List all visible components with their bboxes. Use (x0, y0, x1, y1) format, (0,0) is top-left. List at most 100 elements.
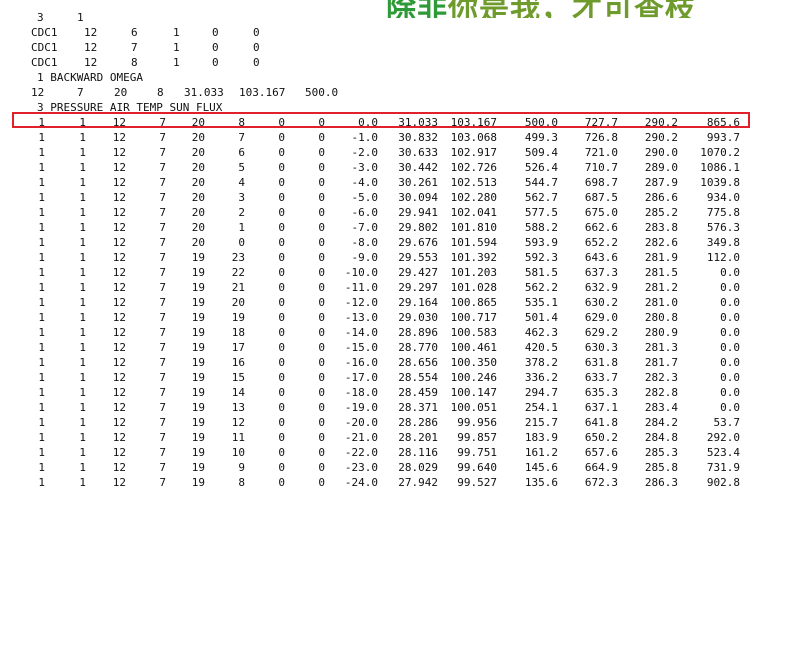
table-cell: 633.7 (584, 371, 618, 384)
table-cell: 710.7 (584, 161, 618, 174)
table-cell: 643.6 (584, 251, 618, 264)
table-cell: 1070.2 (700, 146, 740, 159)
header-cell: 103.167 (239, 86, 286, 99)
table-cell: 637.3 (584, 266, 618, 279)
table-cell: 28.371 (398, 401, 438, 414)
table-cell: -24.0 (344, 476, 378, 489)
table-cell: 523.4 (706, 446, 740, 459)
table-cell: 28.896 (398, 326, 438, 339)
table-cell: 28.656 (398, 356, 438, 369)
table-cell: 285.3 (644, 446, 678, 459)
table-cell: 698.7 (584, 176, 618, 189)
table-cell: 29.427 (398, 266, 438, 279)
table-cell: 0 (318, 416, 325, 429)
header-cell: 12 (84, 26, 98, 39)
header-cell: 1 (77, 11, 84, 24)
table-cell: 0 (318, 311, 325, 324)
table-cell: 283.8 (644, 221, 678, 234)
table-cell: 902.8 (706, 476, 740, 489)
table-cell: -18.0 (344, 386, 378, 399)
table-cell: -21.0 (344, 431, 378, 444)
header-cell: 12 (31, 86, 45, 99)
table-cell: 562.2 (524, 281, 558, 294)
header-cell: 1 (173, 26, 180, 39)
table-cell: 280.8 (644, 311, 678, 324)
table-cell: -23.0 (344, 461, 378, 474)
table-cell: 30.261 (398, 176, 438, 189)
table-cell: 629.2 (584, 326, 618, 339)
table-cell: 993.7 (706, 131, 740, 144)
table-cell: 101.594 (450, 236, 497, 249)
table-cell: 100.717 (450, 311, 497, 324)
table-cell: 349.8 (706, 236, 740, 249)
table-cell: 103.068 (450, 131, 497, 144)
table-cell: 283.4 (644, 401, 678, 414)
table-cell: 650.2 (584, 431, 618, 444)
table-cell: 581.5 (524, 266, 558, 279)
table-cell: 535.1 (524, 296, 558, 309)
table-cell: -1.0 (351, 131, 379, 144)
table-cell: 672.3 (584, 476, 618, 489)
table-cell: 27.942 (398, 476, 438, 489)
table-cell: 135.6 (524, 476, 558, 489)
table-cell: -17.0 (344, 371, 378, 384)
table-cell: 0 (318, 446, 325, 459)
table-cell: 0.0 (720, 266, 740, 279)
table-cell: 0.0 (720, 326, 740, 339)
table-cell: 544.7 (524, 176, 558, 189)
table-cell: 420.5 (524, 341, 558, 354)
table-cell: -14.0 (344, 326, 378, 339)
table-cell: 28.459 (398, 386, 438, 399)
table-cell: 101.203 (450, 266, 497, 279)
header-cell: 500.0 (305, 86, 339, 99)
table-cell: 29.941 (398, 206, 438, 219)
header-cell: 12 (84, 41, 98, 54)
table-cell: 290.0 (644, 146, 678, 159)
table-cell: 687.5 (584, 191, 618, 204)
header-cell: CDC1 (31, 41, 58, 54)
table-cell: 29.164 (398, 296, 438, 309)
table-cell: 0.0 (720, 371, 740, 384)
table-cell: 0 (318, 176, 325, 189)
table-cell: 102.041 (450, 206, 497, 219)
table-cell: 100.246 (450, 371, 497, 384)
table-cell: 632.9 (584, 281, 618, 294)
header-cell: 7 (77, 86, 84, 99)
table-cell: 281.3 (644, 341, 678, 354)
table-cell: 101.028 (450, 281, 497, 294)
table-cell: 0 (318, 146, 325, 159)
table-cell: -12.0 (344, 296, 378, 309)
table-cell: 99.751 (457, 446, 497, 459)
table-cell: -15.0 (344, 341, 378, 354)
table-cell: 286.6 (644, 191, 678, 204)
table-cell: 292.0 (706, 431, 740, 444)
table-cell: 281.5 (644, 266, 678, 279)
table-cell: 0 (318, 206, 325, 219)
table-cell: 29.297 (398, 281, 438, 294)
table-cell: 183.9 (524, 431, 558, 444)
table-cell: -19.0 (344, 401, 378, 414)
table-cell: -6.0 (351, 206, 379, 219)
table-cell: 100.583 (450, 326, 497, 339)
table-cell: 99.640 (457, 461, 497, 474)
table-cell: 501.4 (524, 311, 558, 324)
table-cell: 30.094 (398, 191, 438, 204)
table-cell: 721.0 (584, 146, 618, 159)
watermark-part1: 除非 (386, 0, 448, 18)
table-cell: 145.6 (524, 461, 558, 474)
table-cell: 281.9 (644, 251, 678, 264)
header-cell: 0 (212, 41, 219, 54)
table-cell: 0 (318, 341, 325, 354)
table-cell: 1039.8 (700, 176, 740, 189)
header-cell: 1 BACKWARD OMEGA (37, 71, 143, 84)
table-cell: 28.116 (398, 446, 438, 459)
table-cell: -4.0 (351, 176, 379, 189)
table-cell: 593.9 (524, 236, 558, 249)
table-cell: 0 (318, 266, 325, 279)
table-cell: 100.147 (450, 386, 497, 399)
table-cell: -5.0 (351, 191, 379, 204)
table-cell: 526.4 (524, 161, 558, 174)
table-cell: 0 (318, 131, 325, 144)
header-cell: 20 (114, 86, 128, 99)
watermark: 除非你是我，才可查枝 (386, 0, 696, 18)
